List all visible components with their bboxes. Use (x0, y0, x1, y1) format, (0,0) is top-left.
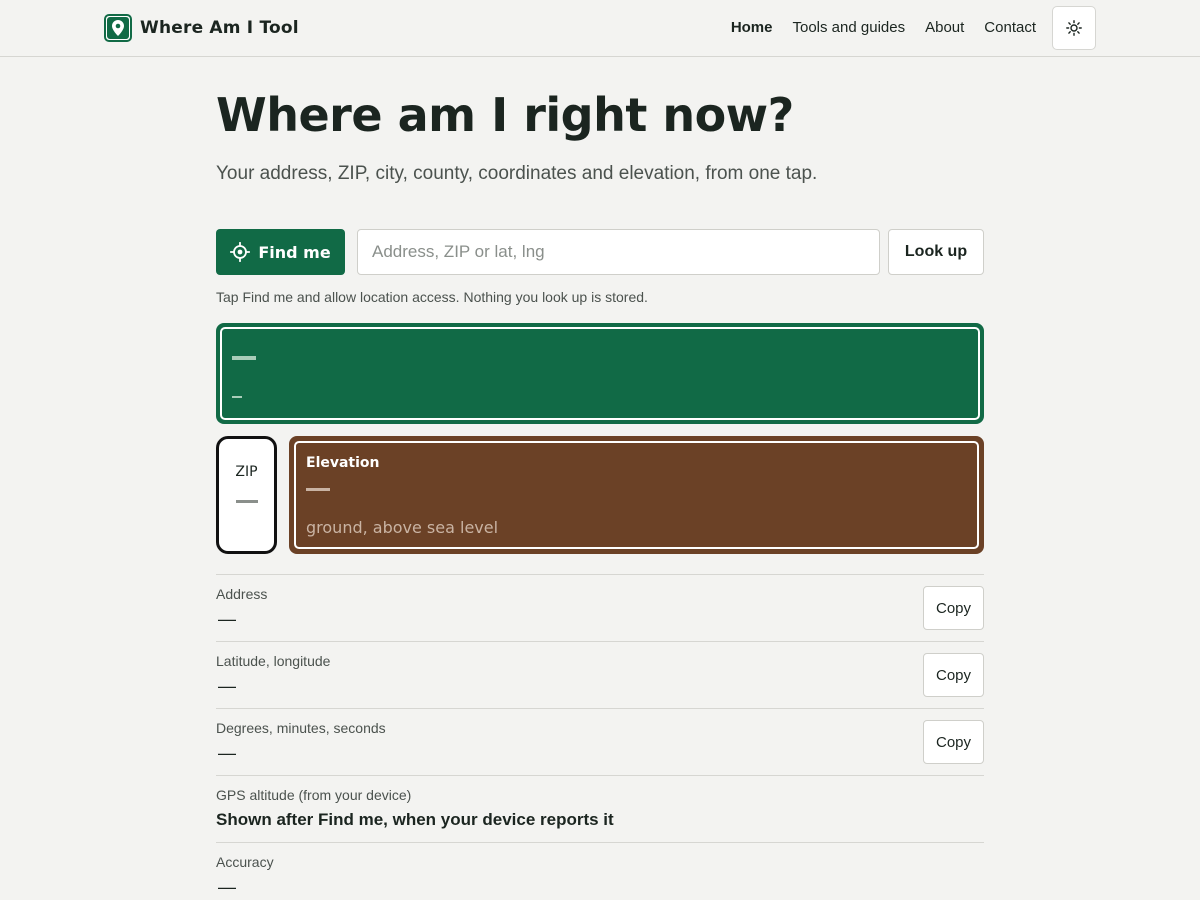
brand-name: Where Am I Tool (140, 18, 299, 38)
logo-icon (104, 14, 132, 42)
look-up-button[interactable]: Look up (888, 229, 984, 275)
copy-dms-button[interactable]: Copy (923, 720, 984, 764)
zip-value-placeholder (236, 500, 258, 503)
elevation-value-placeholder (306, 488, 330, 491)
detail-value: Shown after Find me, when your device re… (216, 810, 614, 829)
detail-value: — (218, 877, 236, 897)
zip-label: ZIP (235, 464, 258, 480)
location-details-list: Address — Copy Latitude, longitude — Cop… (216, 574, 984, 900)
location-result-card (216, 323, 984, 424)
detail-label: GPS altitude (from your device) (216, 787, 412, 803)
nav-home[interactable]: Home (731, 17, 773, 39)
detail-row-lat-lng: Latitude, longitude — Copy (216, 641, 984, 708)
elevation-unit: ground, above sea level (306, 518, 499, 537)
detail-label: Address (216, 586, 268, 602)
elevation-title: Elevation (306, 455, 380, 471)
nav-contact[interactable]: Contact (984, 17, 1036, 39)
page-title: Where am I right now? (216, 88, 794, 142)
detail-label: Degrees, minutes, seconds (216, 720, 386, 736)
place-placeholder (232, 356, 256, 360)
detail-row-accuracy: Accuracy — (216, 842, 984, 900)
copy-lat-lng-button[interactable]: Copy (923, 653, 984, 697)
location-hint: Tap Find me and allow location access. N… (216, 289, 648, 305)
page-subtitle: Your address, ZIP, city, county, coordin… (216, 163, 818, 184)
detail-row-gps-altitude: GPS altitude (from your device) Shown af… (216, 775, 984, 842)
detail-value: — (218, 609, 236, 629)
theme-toggle-button[interactable] (1052, 6, 1096, 50)
brand[interactable]: Where Am I Tool (104, 14, 299, 42)
detail-value: — (218, 743, 236, 763)
crosshair-icon (230, 242, 251, 262)
region-placeholder (232, 396, 242, 398)
detail-row-dms: Degrees, minutes, seconds — Copy (216, 708, 984, 775)
detail-label: Accuracy (216, 854, 274, 870)
copy-address-button[interactable]: Copy (923, 586, 984, 630)
find-me-label: Find me (258, 242, 331, 262)
top-nav-bar: Where Am I Tool Home Tools and guides Ab… (0, 0, 1200, 57)
elevation-card: Elevation ground, above sea level (289, 436, 984, 554)
detail-row-address: Address — Copy (216, 574, 984, 641)
find-me-button[interactable]: Find me (216, 229, 345, 275)
map-pin-icon (112, 20, 124, 36)
nav-tools-and-guides[interactable]: Tools and guides (793, 17, 906, 39)
zip-card: ZIP (216, 436, 277, 554)
detail-label: Latitude, longitude (216, 653, 331, 669)
main-nav: Home Tools and guides About Contact (731, 17, 1036, 39)
nav-about[interactable]: About (925, 17, 964, 39)
sun-icon (1066, 20, 1082, 36)
detail-value: — (218, 676, 236, 696)
location-search-input[interactable] (357, 229, 880, 275)
